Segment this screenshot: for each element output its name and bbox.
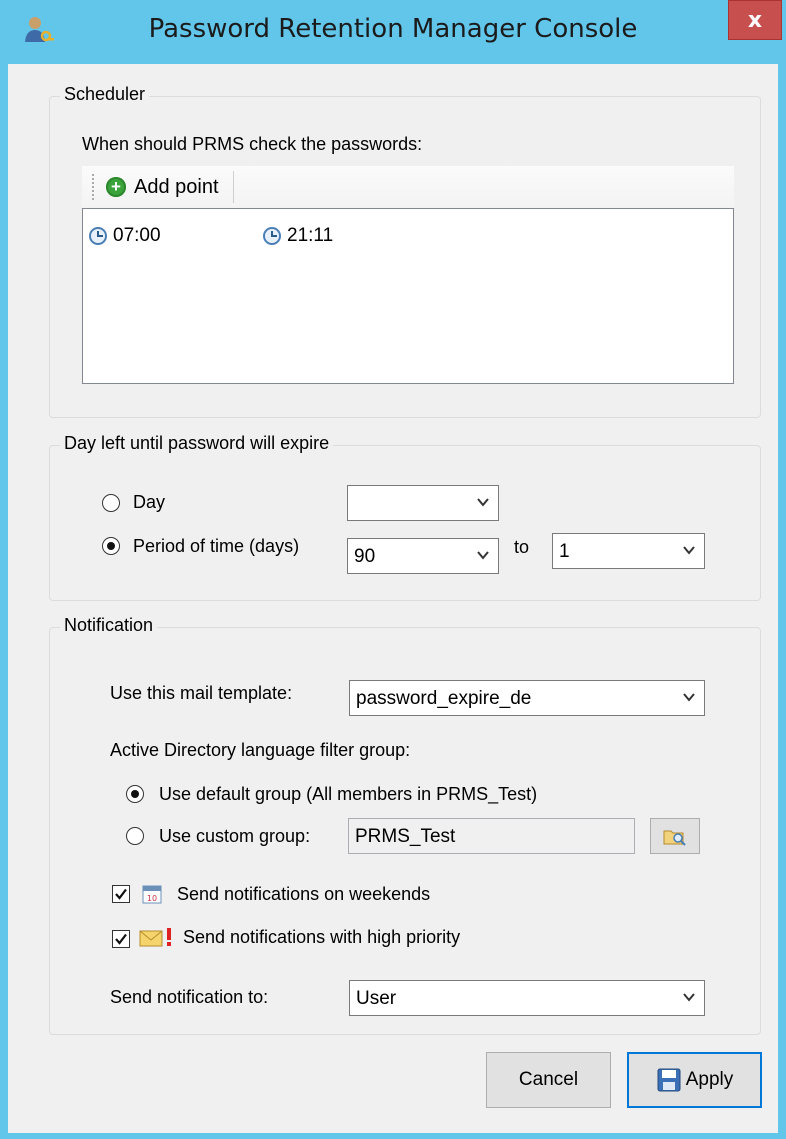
svg-text:10: 10 [147, 894, 157, 903]
title-bar[interactable]: Password Retention Manager Console x [0, 0, 786, 64]
cancel-label: Cancel [518, 1069, 579, 1090]
default-group-radio[interactable] [126, 785, 144, 803]
weekends-label: Send notifications on weekends [177, 884, 431, 904]
list-item[interactable]: 07:00 [89, 225, 161, 247]
expiry-legend: Day left until password will expire [60, 433, 334, 454]
schedule-list[interactable]: 07:00 21:11 [82, 208, 734, 384]
custom-group-label: Use custom group: [159, 826, 311, 846]
calendar-icon: 10 [142, 885, 162, 904]
checkmark-icon [115, 888, 127, 900]
send-to-select[interactable]: User [349, 980, 705, 1016]
cancel-button[interactable]: Cancel [486, 1052, 611, 1108]
period-to-value: 1 [559, 541, 570, 562]
save-icon [657, 1068, 681, 1092]
apply-label: Apply [685, 1069, 734, 1090]
template-value: password_expire_de [356, 688, 532, 709]
template-label: Use this mail template: [110, 683, 293, 703]
chevron-down-icon [477, 551, 489, 560]
day-radio[interactable] [102, 494, 120, 512]
browse-group-button[interactable] [650, 818, 700, 854]
chevron-down-icon [477, 498, 489, 507]
toolbar-grip [92, 174, 97, 200]
ad-group-label: Active Directory language filter group: [110, 740, 411, 760]
time-label: 07:00 [113, 225, 161, 246]
expiry-group: Day left until password will expire [49, 433, 761, 601]
add-point-button[interactable]: + Add point [106, 171, 234, 203]
client-area: Scheduler When should PRMS check the pas… [8, 64, 778, 1133]
clock-icon [263, 227, 281, 245]
custom-group-field[interactable]: PRMS_Test [348, 818, 635, 854]
template-select[interactable]: password_expire_de [349, 680, 705, 716]
send-to-label: Send notification to: [110, 987, 269, 1007]
app-window: Password Retention Manager Console x Sch… [0, 0, 786, 1139]
time-label: 21:11 [287, 225, 334, 246]
default-group-label: Use default group (All members in PRMS_T… [159, 784, 538, 804]
add-point-label: Add point [134, 175, 219, 198]
folder-search-icon [663, 830, 686, 846]
scheduler-prompt: When should PRMS check the passwords: [82, 134, 423, 154]
custom-group-value: PRMS_Test [355, 826, 456, 847]
period-radio[interactable] [102, 537, 120, 555]
chevron-down-icon [683, 993, 695, 1002]
send-to-value: User [356, 988, 397, 1009]
checkmark-icon [115, 933, 127, 945]
custom-group-radio[interactable] [126, 827, 144, 845]
scheduler-toolbar: + Add point [82, 166, 734, 208]
list-item[interactable]: 21:11 [263, 225, 333, 247]
add-icon: + [106, 177, 126, 197]
priority-mail-icon [139, 928, 171, 947]
period-from-select[interactable]: 90 [347, 538, 499, 574]
clock-icon [89, 227, 107, 245]
close-button[interactable]: x [728, 0, 782, 40]
chevron-down-icon [683, 693, 695, 702]
period-label: Period of time (days) [133, 536, 300, 556]
weekends-checkbox[interactable] [112, 885, 130, 903]
scheduler-legend: Scheduler [60, 84, 150, 105]
period-to-select[interactable]: 1 [552, 533, 705, 569]
period-from-value: 90 [354, 546, 376, 567]
high-priority-label: Send notifications with high priority [183, 927, 461, 947]
window-title: Password Retention Manager Console [148, 14, 638, 44]
to-label: to [514, 537, 530, 557]
notification-legend: Notification [60, 615, 158, 636]
apply-button[interactable]: Apply [627, 1052, 762, 1108]
day-select[interactable] [347, 485, 499, 521]
day-label: Day [133, 492, 166, 512]
chevron-down-icon [683, 546, 695, 555]
high-priority-checkbox[interactable] [112, 930, 130, 948]
